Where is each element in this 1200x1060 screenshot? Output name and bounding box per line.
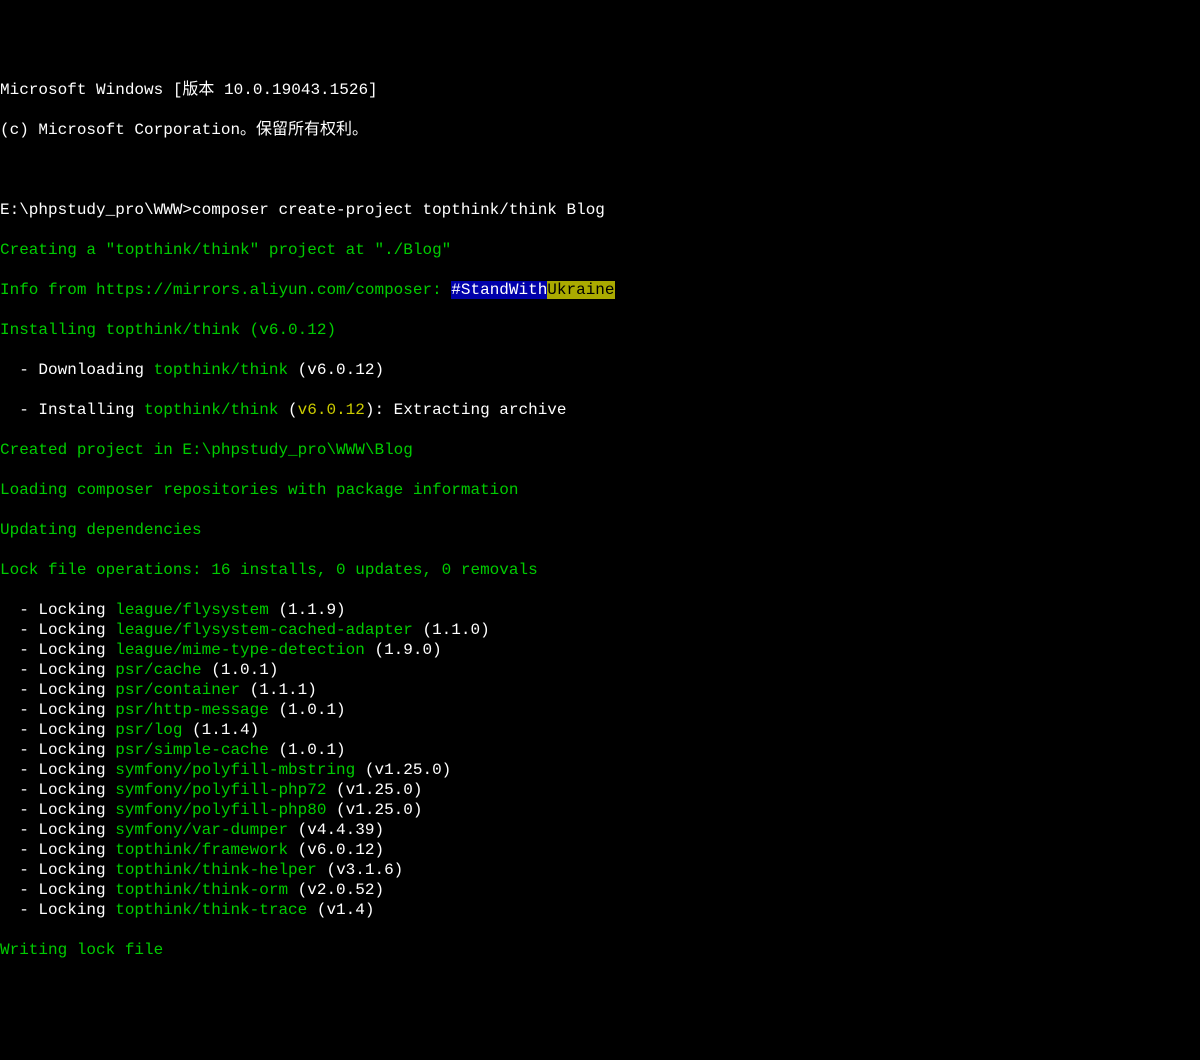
lock-line: - Locking topthink/framework (v6.0.12) <box>0 840 1200 860</box>
dl-version: (v6.0.12) <box>288 361 384 379</box>
inst-package: topthink/think <box>144 401 278 419</box>
lock-version: (v1.25.0) <box>326 781 422 799</box>
dl-prefix: - Downloading <box>0 361 154 379</box>
lock-prefix: - Locking <box>0 681 115 699</box>
lock-line: - Locking league/flysystem (1.1.9) <box>0 600 1200 620</box>
lock-package: topthink/framework <box>115 841 288 859</box>
lock-line: - Locking psr/http-message (1.0.1) <box>0 700 1200 720</box>
inst-prefix: - Installing <box>0 401 144 419</box>
lock-package: symfony/polyfill-php72 <box>115 781 326 799</box>
lock-prefix: - Locking <box>0 881 115 899</box>
lock-prefix: - Locking <box>0 621 115 639</box>
downloading-line: - Downloading topthink/think (v6.0.12) <box>0 360 1200 380</box>
writing-lock: Writing lock file <box>0 940 1200 960</box>
lock-list: - Locking league/flysystem (1.1.9) - Loc… <box>0 600 1200 920</box>
lock-version: (v6.0.12) <box>288 841 384 859</box>
inst-version: v6.0.12 <box>298 401 365 419</box>
info-line: Info from https://mirrors.aliyun.com/com… <box>0 280 1200 300</box>
lock-version: (1.0.1) <box>202 661 279 679</box>
lock-prefix: - Locking <box>0 821 115 839</box>
lock-prefix: - Locking <box>0 701 115 719</box>
lock-line: - Locking topthink/think-trace (v1.4) <box>0 900 1200 920</box>
lock-line: - Locking topthink/think-helper (v3.1.6) <box>0 860 1200 880</box>
lock-prefix: - Locking <box>0 781 115 799</box>
installing-header: Installing topthink/think (v6.0.12) <box>0 320 1200 340</box>
installing-line: - Installing topthink/think (v6.0.12): E… <box>0 400 1200 420</box>
command-line: E:\phpstudy_pro\WWW>composer create-proj… <box>0 200 1200 220</box>
lock-prefix: - Locking <box>0 861 115 879</box>
lock-package: league/flysystem-cached-adapter <box>115 621 413 639</box>
lock-package: league/mime-type-detection <box>115 641 365 659</box>
lock-prefix: - Locking <box>0 741 115 759</box>
lock-prefix: - Locking <box>0 901 115 919</box>
lock-line: - Locking symfony/polyfill-php72 (v1.25.… <box>0 780 1200 800</box>
inst-close: ): Extracting archive <box>365 401 567 419</box>
lock-prefix: - Locking <box>0 601 115 619</box>
lock-version: (v4.4.39) <box>288 821 384 839</box>
lock-operations: Lock file operations: 16 installs, 0 upd… <box>0 560 1200 580</box>
lock-prefix: - Locking <box>0 801 115 819</box>
lock-version: (v3.1.6) <box>317 861 403 879</box>
lock-version: (1.1.4) <box>182 721 259 739</box>
lock-line: - Locking symfony/polyfill-php80 (v1.25.… <box>0 800 1200 820</box>
lock-version: (v1.25.0) <box>355 761 451 779</box>
lock-version: (1.1.0) <box>413 621 490 639</box>
lock-version: (1.0.1) <box>269 701 346 719</box>
lock-package: psr/http-message <box>115 701 269 719</box>
creating-project: Creating a "topthink/think" project at "… <box>0 240 1200 260</box>
lock-line: - Locking topthink/think-orm (v2.0.52) <box>0 880 1200 900</box>
lock-package: symfony/polyfill-php80 <box>115 801 326 819</box>
lock-prefix: - Locking <box>0 841 115 859</box>
lock-line: - Locking psr/simple-cache (1.0.1) <box>0 740 1200 760</box>
lock-version: (v2.0.52) <box>288 881 384 899</box>
terminal-output[interactable]: Microsoft Windows [版本 10.0.19043.1526] (… <box>0 60 1200 980</box>
lock-prefix: - Locking <box>0 641 115 659</box>
loading-repos: Loading composer repositories with packa… <box>0 480 1200 500</box>
lock-line: - Locking psr/container (1.1.1) <box>0 680 1200 700</box>
lock-prefix: - Locking <box>0 761 115 779</box>
lock-version: (v1.25.0) <box>326 801 422 819</box>
lock-package: topthink/think-helper <box>115 861 317 879</box>
lock-line: - Locking symfony/var-dumper (v4.4.39) <box>0 820 1200 840</box>
lock-package: topthink/think-orm <box>115 881 288 899</box>
dl-package: topthink/think <box>154 361 288 379</box>
lock-package: symfony/var-dumper <box>115 821 288 839</box>
blank-line <box>0 160 1200 180</box>
lock-line: - Locking symfony/polyfill-mbstring (v1.… <box>0 760 1200 780</box>
command-text: composer create-project topthink/think B… <box>192 201 605 219</box>
prompt: E:\phpstudy_pro\WWW> <box>0 201 192 219</box>
lock-package: psr/simple-cache <box>115 741 269 759</box>
updating-deps: Updating dependencies <box>0 520 1200 540</box>
windows-version: Microsoft Windows [版本 10.0.19043.1526] <box>0 80 1200 100</box>
lock-package: topthink/think-trace <box>115 901 307 919</box>
created-project: Created project in E:\phpstudy_pro\WWW\B… <box>0 440 1200 460</box>
lock-package: league/flysystem <box>115 601 269 619</box>
lock-package: psr/container <box>115 681 240 699</box>
info-prefix: Info from https://mirrors.aliyun.com/com… <box>0 281 451 299</box>
lock-version: (1.9.0) <box>365 641 442 659</box>
lock-package: psr/cache <box>115 661 201 679</box>
lock-package: psr/log <box>115 721 182 739</box>
lock-line: - Locking league/mime-type-detection (1.… <box>0 640 1200 660</box>
copyright: (c) Microsoft Corporation。保留所有权利。 <box>0 120 1200 140</box>
lock-prefix: - Locking <box>0 721 115 739</box>
lock-line: - Locking psr/cache (1.0.1) <box>0 660 1200 680</box>
lock-version: (1.0.1) <box>269 741 346 759</box>
lock-line: - Locking psr/log (1.1.4) <box>0 720 1200 740</box>
lock-package: symfony/polyfill-mbstring <box>115 761 355 779</box>
lock-version: (1.1.1) <box>240 681 317 699</box>
ukraine: Ukraine <box>547 281 614 299</box>
lock-prefix: - Locking <box>0 661 115 679</box>
inst-paren-open: ( <box>278 401 297 419</box>
lock-version: (v1.4) <box>307 901 374 919</box>
lock-line: - Locking league/flysystem-cached-adapte… <box>0 620 1200 640</box>
stand-with: #StandWith <box>451 281 547 299</box>
lock-version: (1.1.9) <box>269 601 346 619</box>
